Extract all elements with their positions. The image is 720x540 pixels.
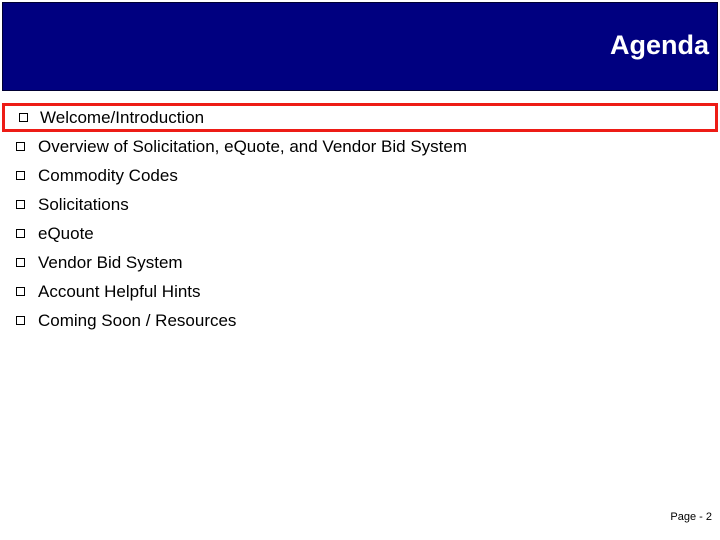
agenda-item-solicitations[interactable]: Solicitations [0, 190, 720, 219]
agenda-item-label: Commodity Codes [38, 165, 178, 185]
bullet-square-icon [0, 258, 38, 267]
slide-canvas: Agenda Welcome/Introduction Overview of … [0, 0, 720, 540]
agenda-item-label: Welcome/Introduction [40, 107, 205, 127]
agenda-item-vendor-bid-system[interactable]: Vendor Bid System [0, 248, 720, 277]
bullet-square-icon [0, 287, 38, 296]
page-number-footer: Page - 2 [670, 511, 712, 523]
agenda-item-overview[interactable]: Overview of Solicitation, eQuote, and Ve… [0, 132, 720, 161]
bullet-square-icon [0, 200, 38, 209]
title-banner: Agenda [2, 2, 718, 91]
agenda-item-label: Vendor Bid System [38, 252, 183, 272]
agenda-item-label: Coming Soon / Resources [38, 310, 237, 330]
agenda-item-label: Solicitations [38, 194, 129, 214]
bullet-square-icon [5, 113, 40, 122]
page-title: Agenda [609, 30, 709, 60]
bullet-square-icon [0, 229, 38, 238]
agenda-item-label: eQuote [38, 223, 94, 243]
agenda-item-commodity-codes[interactable]: Commodity Codes [0, 161, 720, 190]
agenda-item-label: Overview of Solicitation, eQuote, and Ve… [38, 136, 468, 156]
agenda-item-label: Account Helpful Hints [38, 281, 201, 301]
bullet-square-icon [0, 316, 38, 325]
agenda-item-equote[interactable]: eQuote [0, 219, 720, 248]
bullet-square-icon [0, 171, 38, 180]
bullet-square-icon [0, 142, 38, 151]
agenda-list: Welcome/Introduction Overview of Solicit… [0, 103, 720, 335]
agenda-item-account-helpful-hints[interactable]: Account Helpful Hints [0, 277, 720, 306]
agenda-item-welcome-introduction[interactable]: Welcome/Introduction [2, 103, 718, 132]
agenda-item-coming-soon-resources[interactable]: Coming Soon / Resources [0, 306, 720, 335]
